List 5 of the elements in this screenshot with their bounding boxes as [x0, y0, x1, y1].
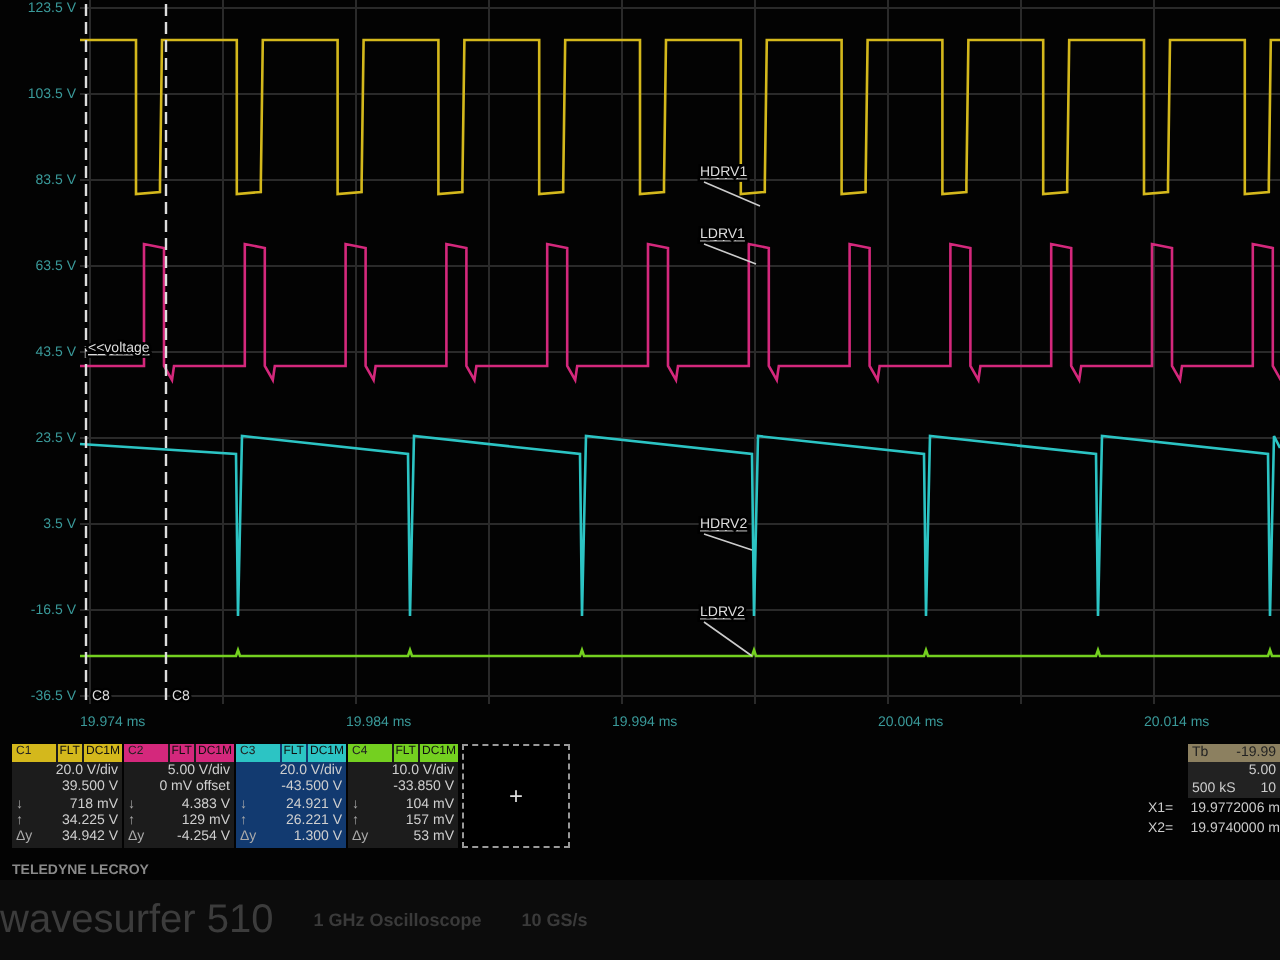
leader-line [703, 243, 757, 265]
add-channel-button[interactable]: + [462, 744, 570, 848]
leader-line [703, 621, 753, 657]
leader-line [703, 533, 753, 551]
leader-line [703, 181, 761, 207]
